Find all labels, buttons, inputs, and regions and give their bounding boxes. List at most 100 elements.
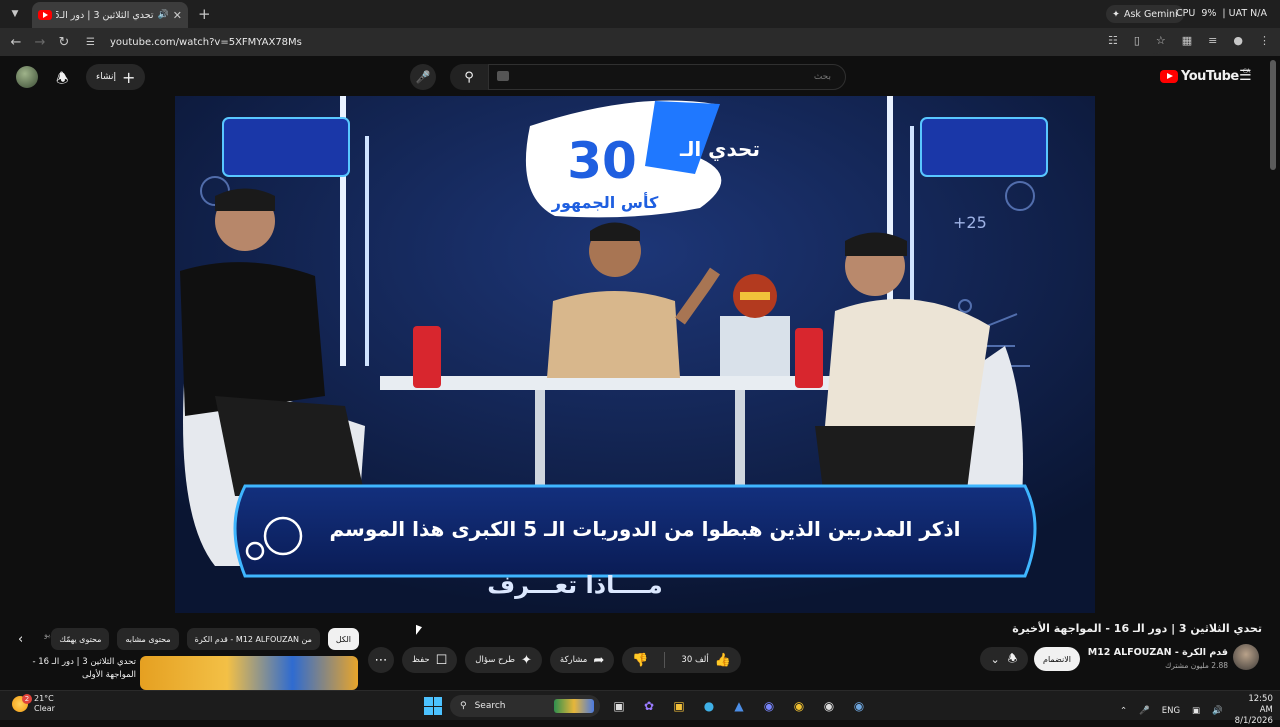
store-icon[interactable]: ▲: [728, 695, 750, 717]
clock-time: 12:50 AM: [1248, 694, 1273, 715]
cpu-indicator: CPU 9% | UAT N/A: [1176, 8, 1267, 19]
chrome-icon[interactable]: ◉: [788, 695, 810, 717]
microphone-icon[interactable]: 🎤: [1139, 706, 1150, 716]
clock[interactable]: 12:50 AM 8/1/2026: [1235, 694, 1273, 727]
steam-icon[interactable]: ◉: [848, 695, 870, 717]
reading-list-icon[interactable]: ≡: [1208, 34, 1217, 47]
chrome-menu-icon[interactable]: ⋮: [1259, 34, 1270, 47]
translate-icon[interactable]: ☷: [1108, 34, 1118, 47]
search-input[interactable]: [488, 64, 846, 90]
channel-name[interactable]: قدم الكرة - M12 ALFOUZAN: [1088, 647, 1228, 658]
language-indicator[interactable]: ENG: [1162, 706, 1180, 716]
discord-icon[interactable]: ◉: [758, 695, 780, 717]
youtube-logo[interactable]: YouTube CA: [1160, 68, 1251, 84]
subscription-bell-button[interactable]: ⌄ 🕭: [980, 647, 1028, 671]
new-tab-button[interactable]: +: [198, 5, 211, 23]
youtube-favicon-icon: [38, 10, 52, 20]
create-button[interactable]: إنشاء +: [86, 64, 146, 90]
network-icon[interactable]: ▣: [1192, 706, 1200, 716]
profile-icon[interactable]: ●: [1233, 34, 1243, 47]
ask-label: طرح سؤال: [475, 655, 515, 665]
taskbar-search[interactable]: ⚲ Search: [450, 695, 600, 717]
sun-icon: 2: [12, 694, 32, 712]
chip-similar[interactable]: محتوى مشابه: [117, 628, 179, 650]
ask-question-button[interactable]: طرح سؤال ✦: [465, 647, 542, 673]
temperature: 21°C: [34, 694, 54, 703]
account-avatar[interactable]: [16, 66, 38, 88]
video-frame: 30 كأس الجمهور تحدي الـ +25 +25: [175, 96, 1095, 613]
back-arrow-icon[interactable]: ←: [4, 35, 28, 50]
ask-gemini-button[interactable]: ✦ Ask Gemini: [1106, 5, 1184, 23]
thumbs-up-icon: 👍: [714, 652, 731, 668]
related-video-thumbnail[interactable]: [140, 656, 358, 690]
more-dots-icon: ⋯: [374, 652, 388, 668]
search-icon: ⚲: [464, 69, 474, 85]
save-label: حفظ: [412, 655, 430, 665]
bookmark-icon: ☐: [435, 652, 448, 668]
copilot-icon[interactable]: ✿: [638, 695, 660, 717]
search-highlight-image: [554, 699, 594, 713]
related-filter-chips: الكل من M12 ALFOUZAN - قدم الكرة محتوى م…: [14, 628, 359, 650]
tab-close-icon[interactable]: ✕: [173, 9, 182, 22]
related-video-title[interactable]: تحدي الثلاثين 3 | دور الـ 16 - المواجهة …: [10, 656, 136, 682]
chip-all[interactable]: الكل: [327, 628, 359, 650]
share-button[interactable]: مشاركة ➦: [549, 647, 615, 673]
volume-icon[interactable]: 🔊: [1212, 706, 1223, 716]
reload-icon[interactable]: ↻: [52, 35, 76, 50]
search-icon: ⚲: [460, 701, 467, 711]
weather-condition: Clear: [34, 704, 55, 713]
like-button[interactable]: 30 ألف 👍: [671, 647, 740, 673]
youtube-header: 🕭 إنشاء + 🎤 ⚲ YouTube CA ☰: [0, 56, 1280, 96]
chip-from-channel[interactable]: من M12 ALFOUZAN - قدم الكرة: [186, 628, 320, 650]
hamburger-menu-icon[interactable]: ☰: [1239, 68, 1252, 84]
browser-tab-youtube[interactable]: تحدي الثلاثين 3 | دور الـ16 - ا 🔊 ✕: [32, 2, 188, 28]
chip-for-you[interactable]: محتوى يهمّك: [51, 628, 110, 650]
show-logo-text: تحدي الـ: [679, 137, 760, 162]
taskbar-search-label: Search: [474, 701, 506, 711]
speaker-icon[interactable]: 🔊: [158, 10, 169, 20]
github-icon[interactable]: ◉: [818, 695, 840, 717]
keyboard-icon[interactable]: [497, 71, 509, 81]
like-dislike-group: 👎 30 ألف 👍: [622, 647, 741, 673]
share-arrow-icon: ➦: [593, 652, 605, 668]
more-actions-button[interactable]: ⋯: [368, 647, 394, 673]
bell-icon: 🕭: [1007, 651, 1018, 665]
windows-start-icon[interactable]: [424, 697, 442, 715]
tab-title: تحدي الثلاثين 3 | دور الـ16 - ا: [56, 9, 154, 21]
tab-search-chevron-icon[interactable]: ▼: [4, 3, 26, 25]
search-button[interactable]: ⚲: [450, 64, 488, 90]
share-label: مشاركة: [559, 655, 588, 665]
youtube-play-logo-icon: [1160, 70, 1178, 83]
save-button[interactable]: حفظ ☐: [402, 647, 458, 673]
plus-icon: +: [122, 67, 136, 87]
video-player[interactable]: 30 كأس الجمهور تحدي الـ +25 +25: [175, 96, 1095, 613]
youtube-logo-text: YouTube: [1181, 69, 1239, 84]
edge-icon[interactable]: ●: [698, 695, 720, 717]
url-box[interactable]: ☰ youtube.com/watch?v=5XFMYAX78Ms: [80, 30, 1165, 54]
tray-chevron-icon[interactable]: ⌃: [1120, 706, 1127, 716]
file-explorer-icon[interactable]: ▣: [668, 695, 690, 717]
extensions-icon[interactable]: ▦: [1182, 34, 1192, 47]
page-scrollbar[interactable]: [1270, 60, 1276, 170]
voice-search-mic-icon[interactable]: 🎤: [410, 64, 436, 90]
notifications-bell-icon[interactable]: 🕭: [56, 68, 69, 92]
cast-icon[interactable]: ▯: [1134, 34, 1140, 47]
forward-arrow-icon[interactable]: →: [28, 35, 52, 50]
cpu-value: 9%: [1201, 8, 1217, 19]
task-view-icon[interactable]: ▣: [608, 695, 630, 717]
question-text: اذكر المدربين الذين هبطوا من الدوريات ال…: [329, 517, 960, 541]
bookmark-star-icon[interactable]: ☆: [1156, 34, 1166, 47]
browser-tab-strip: ▼ تحدي الثلاثين 3 | دور الـ16 - ا 🔊 ✕ + …: [0, 0, 1280, 28]
address-bar-row: ← → ↻ ☰ youtube.com/watch?v=5XFMYAX78Ms …: [0, 28, 1280, 56]
site-info-icon[interactable]: ☰: [86, 37, 100, 48]
show-logo-number: 30: [567, 132, 637, 190]
dislike-button[interactable]: 👎: [622, 647, 658, 673]
join-button[interactable]: الانضمام: [1034, 647, 1080, 671]
toolbar-icons: ☷ ▯ ☆ ▦ ≡ ● ⋮: [1108, 34, 1270, 47]
thumbs-down-icon: 👎: [632, 652, 649, 668]
weather-widget[interactable]: 2 21°C Clear: [12, 694, 55, 714]
score-plus-right: +25: [953, 213, 987, 232]
url-text[interactable]: youtube.com/watch?v=5XFMYAX78Ms: [110, 37, 302, 48]
like-divider: [664, 652, 666, 668]
channel-avatar[interactable]: [1233, 644, 1259, 670]
